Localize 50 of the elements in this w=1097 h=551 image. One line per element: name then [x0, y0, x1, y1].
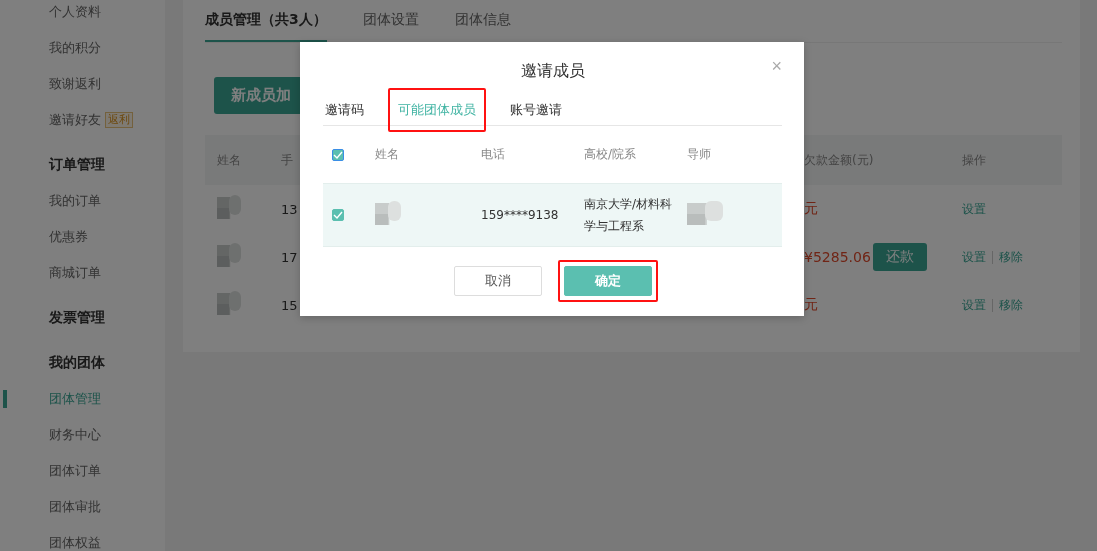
tab[interactable]: 团体设置 [362, 0, 419, 42]
dialog-title: 邀请成员 [520, 60, 585, 82]
blurred-name-icon [217, 242, 241, 269]
table-cell: 13 [281, 201, 298, 217]
section-heading: 订单管理 [49, 156, 105, 174]
sidebar-item[interactable]: 我的订单 [49, 192, 101, 210]
column-header: 姓名 [375, 147, 399, 161]
sidebar-item[interactable]: 邀请好友 [49, 111, 101, 129]
amount-text: 元 [804, 296, 818, 312]
new-member-button[interactable]: 新成员加 [214, 77, 300, 114]
table-cell: 159****9138 [481, 208, 559, 222]
sidebar-item[interactable]: 团体订单 [49, 462, 101, 480]
blurred-name-icon [217, 194, 241, 221]
sidebar-item[interactable]: 团体权益 [49, 534, 101, 551]
table-cell-text: 南京大学/材料科学与工程系 [584, 196, 674, 235]
tab[interactable]: 团体信息 [454, 0, 511, 42]
action-link[interactable]: 设置 [962, 296, 986, 314]
column-header: 电话 [481, 147, 505, 161]
amount-text: ¥5285.06 [804, 249, 871, 265]
sidebar-item[interactable]: 财务中心 [49, 426, 101, 444]
column-header: 高校/院系 [584, 147, 637, 161]
action-link[interactable]: 设置 [962, 248, 986, 266]
tab[interactable]: 可能团体成员 [398, 102, 476, 118]
sidebar-item[interactable]: 商城订单 [49, 264, 101, 282]
confirm-button[interactable]: 确定 [563, 266, 652, 296]
table-cell: 15 [281, 297, 298, 313]
section-heading: 我的团体 [49, 354, 105, 372]
blurred-name-icon [217, 290, 241, 317]
action-link[interactable]: 设置 [962, 200, 986, 218]
table-cell: 17 [281, 249, 298, 265]
blurred-name-icon [687, 200, 723, 227]
sidebar-item[interactable]: 我的积分 [49, 39, 101, 57]
sidebar-item[interactable]: 优惠券 [49, 228, 88, 246]
action-link[interactable]: 移除 [999, 296, 1023, 314]
repay-button[interactable]: 还款 [873, 243, 927, 271]
action-link[interactable]: 移除 [999, 248, 1023, 266]
sidebar-item[interactable]: 个人资料 [49, 3, 101, 21]
checkbox[interactable] [332, 209, 344, 221]
badge: 返利 [105, 112, 133, 128]
tab[interactable]: 邀请码 [325, 102, 364, 118]
sidebar-item[interactable]: 团体审批 [49, 498, 101, 516]
blurred-name-icon [375, 200, 401, 227]
checkbox[interactable] [332, 148, 344, 161]
column-header: 导师 [687, 147, 711, 161]
sidebar-item[interactable]: 团体管理 [49, 390, 101, 408]
amount-text: 元 [804, 200, 818, 216]
section-heading: 发票管理 [49, 309, 105, 327]
sidebar-item[interactable]: 致谢返利 [49, 75, 101, 93]
tab[interactable]: 账号邀请 [510, 102, 562, 118]
cancel-button[interactable]: 取消 [453, 266, 542, 296]
